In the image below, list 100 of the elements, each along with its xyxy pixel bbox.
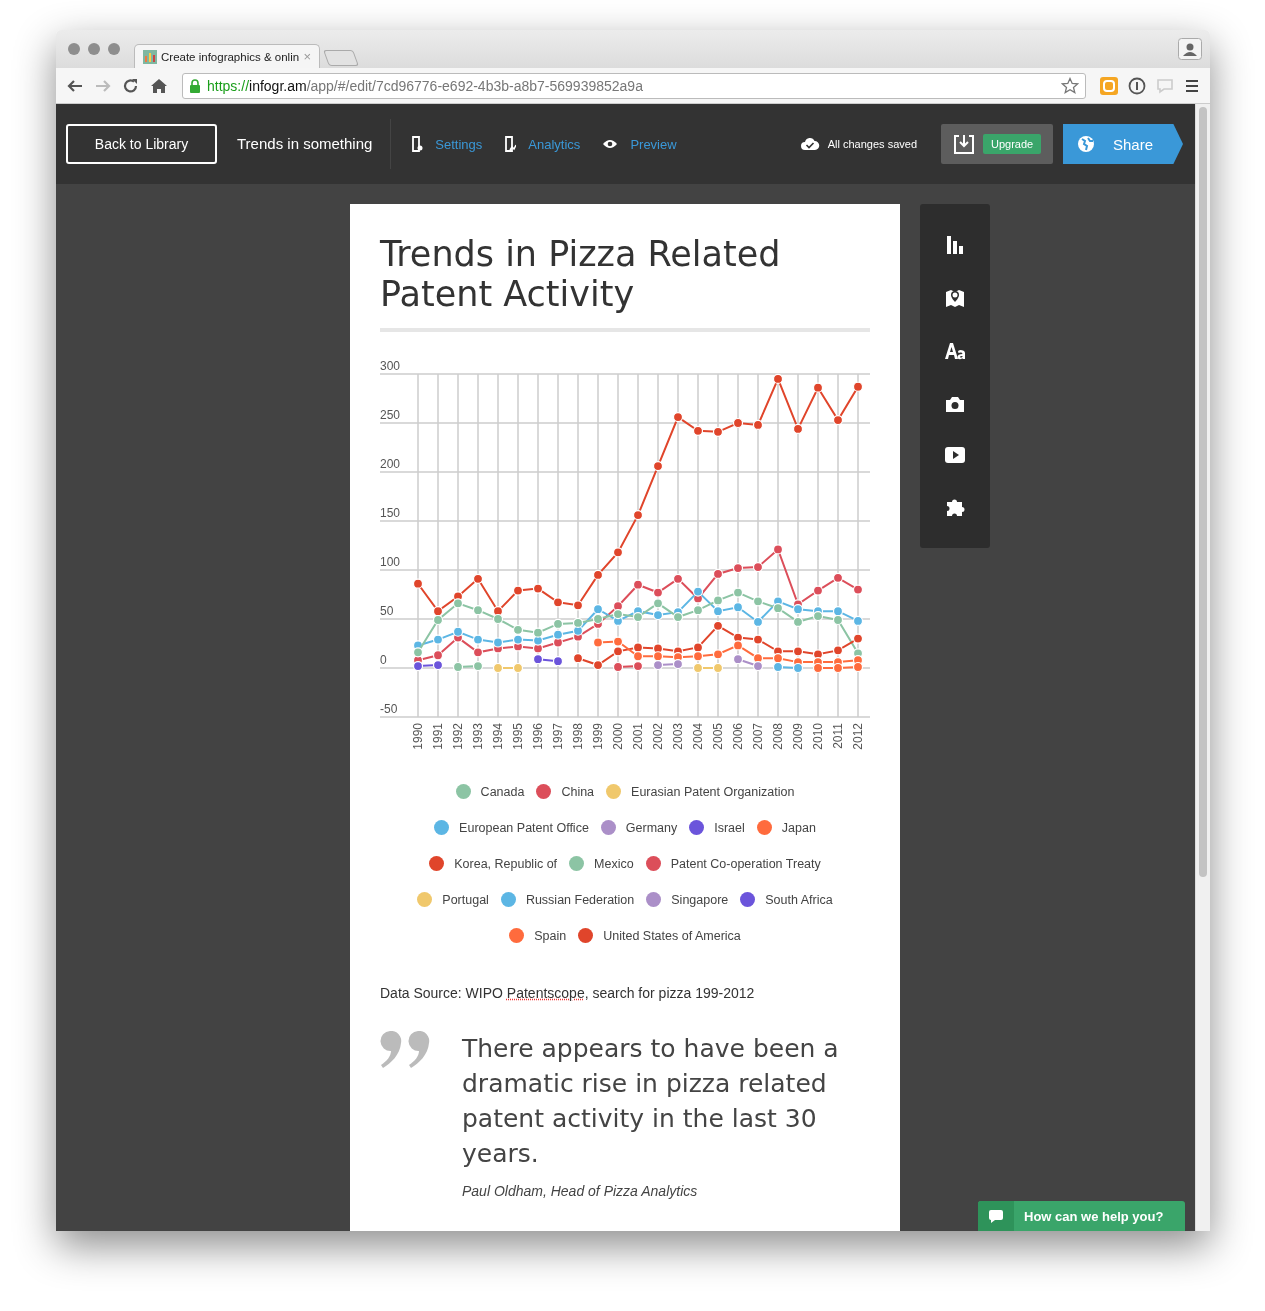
x-tick-label: 1991 xyxy=(431,723,445,750)
legend-label: Singapore xyxy=(671,892,729,907)
point xyxy=(592,637,604,648)
point xyxy=(832,572,844,583)
y-tick-label: 250 xyxy=(380,408,401,422)
point xyxy=(532,583,544,594)
x-tick-label: 1997 xyxy=(551,723,565,750)
point xyxy=(432,650,444,661)
share-button[interactable]: Share xyxy=(1063,124,1183,164)
scrollbar[interactable] xyxy=(1195,104,1210,1231)
back-arrow-icon[interactable] xyxy=(66,77,84,94)
point xyxy=(772,373,784,384)
y-tick-label: 150 xyxy=(380,506,401,520)
point xyxy=(732,602,744,613)
point xyxy=(812,382,824,393)
point xyxy=(712,649,724,660)
profile-icon[interactable] xyxy=(1178,38,1202,60)
x-tick-label: 1990 xyxy=(411,723,425,750)
x-tick-label: 2008 xyxy=(771,723,785,750)
point xyxy=(512,624,524,635)
bar-chart-icon[interactable] xyxy=(945,234,965,255)
point xyxy=(552,629,564,640)
camera-icon[interactable] xyxy=(945,394,965,413)
close-window-button[interactable] xyxy=(68,43,80,55)
address-bar[interactable]: https://infogr.am/app/#/edit/7cd96776-e692-4b3b-a8b7-569939852a9a xyxy=(182,72,1086,99)
reload-icon[interactable] xyxy=(122,77,140,94)
point xyxy=(432,634,444,645)
globe-icon xyxy=(1077,135,1095,153)
point xyxy=(752,561,764,573)
home-icon[interactable] xyxy=(150,77,168,94)
point xyxy=(852,381,864,392)
legend-label: Portugal xyxy=(442,892,489,907)
star-icon[interactable] xyxy=(1061,76,1079,95)
point xyxy=(472,573,484,584)
x-tick-label: 1996 xyxy=(531,723,545,750)
legend-label: China xyxy=(561,784,595,799)
point xyxy=(832,414,844,426)
point xyxy=(772,661,784,673)
point xyxy=(712,568,724,580)
infographic-title: Trends in Pizza Related Patent Activity xyxy=(380,234,782,314)
point xyxy=(752,660,764,672)
map-pin-icon[interactable] xyxy=(945,288,965,308)
quote-text: There appears to have been a dramatic rise in pizza related patent activity in the last 30 years. xyxy=(462,1033,840,1170)
point xyxy=(592,569,604,580)
nav-link[interactable]: Analytics xyxy=(504,136,581,152)
play-icon[interactable] xyxy=(945,445,965,464)
legend-label: United States of America xyxy=(603,928,741,943)
project-title: Trends in something xyxy=(237,119,392,169)
point xyxy=(632,660,644,672)
close-tab-button[interactable]: × xyxy=(303,49,311,64)
data-source-note: Data Source: WIPO Patentscope, search for pizza 199-2012 xyxy=(380,985,756,1001)
point xyxy=(552,618,564,629)
text-icon[interactable] xyxy=(944,341,966,362)
point xyxy=(852,661,864,673)
minimize-window-button[interactable] xyxy=(88,43,100,55)
x-tick-label: 2004 xyxy=(691,723,705,750)
upgrade-button[interactable]: Upgrade xyxy=(983,134,1042,154)
x-tick-label: 2000 xyxy=(611,723,625,750)
tab-title: Create infographics & onlin xyxy=(161,50,300,63)
nav-link[interactable]: Preview xyxy=(602,136,677,152)
point xyxy=(852,633,864,644)
point xyxy=(712,620,724,631)
quote-author: Paul Oldham, Head of Pizza Analytics xyxy=(462,1183,699,1199)
eye-icon xyxy=(602,139,619,149)
point xyxy=(712,606,724,617)
point xyxy=(752,616,764,628)
legend-label: Mexico xyxy=(594,856,634,871)
download-icon[interactable] xyxy=(953,133,975,155)
point xyxy=(412,578,424,589)
phone-chart-icon xyxy=(504,136,517,152)
browser-tab[interactable]: Create infographics & onlin × xyxy=(134,44,320,68)
legend-label: Korea, Republic of xyxy=(454,856,558,871)
point xyxy=(672,611,684,623)
zoom-window-button[interactable] xyxy=(108,43,120,55)
point xyxy=(652,659,664,671)
y-tick-label: -50 xyxy=(380,702,398,716)
point xyxy=(492,662,504,674)
y-tick-label: 200 xyxy=(380,457,401,471)
point xyxy=(852,615,864,627)
menu-icon[interactable] xyxy=(1184,77,1200,94)
point xyxy=(692,605,704,616)
point xyxy=(672,573,684,584)
point xyxy=(792,423,804,434)
point xyxy=(632,510,644,521)
quote-mark-icon xyxy=(380,1031,432,1071)
point xyxy=(572,617,584,629)
point xyxy=(812,610,824,622)
point xyxy=(552,656,564,667)
x-tick-label: 2009 xyxy=(791,723,805,750)
point xyxy=(452,661,464,673)
help-chat-button[interactable]: How can we help you? xyxy=(978,1201,1185,1231)
puzzle-icon[interactable] xyxy=(945,497,965,518)
point xyxy=(492,637,504,648)
point xyxy=(692,425,704,436)
save-status: All changes saved xyxy=(827,138,917,150)
info-icon[interactable] xyxy=(1128,76,1146,95)
x-tick-label: 2011 xyxy=(831,723,845,749)
nav-link[interactable]: Settings xyxy=(411,136,483,152)
back-to-library-button[interactable]: Back to Library xyxy=(66,124,217,164)
x-tick-label: 1993 xyxy=(471,723,485,750)
